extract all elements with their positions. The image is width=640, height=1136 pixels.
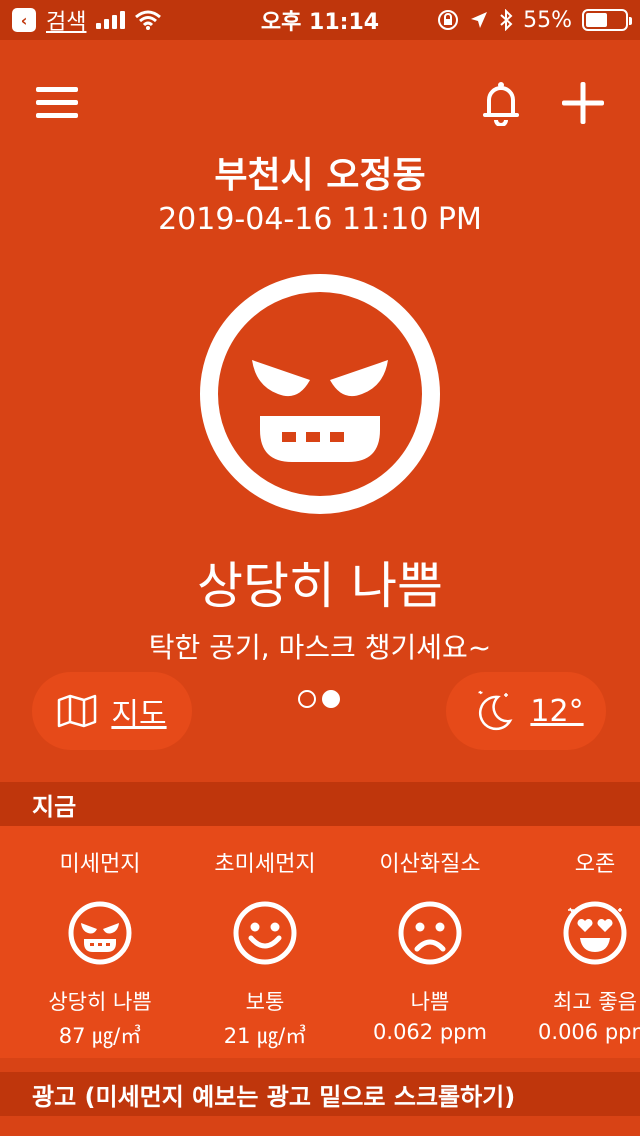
- pollutant-item-pm25[interactable]: 초미세먼지 보통 21 ㎍/㎥: [180, 826, 350, 1050]
- ad-section-title: 광고 (미세먼지 예보는 광고 밑으로 스크롤하기): [32, 1082, 516, 1111]
- air-quality-message: 탁한 공기, 마스크 챙기세요~: [148, 631, 492, 664]
- ad-section-header: 광고 (미세먼지 예보는 광고 밑으로 스크롤하기): [0, 1072, 640, 1116]
- pollutant-name: 초미세먼지: [214, 852, 316, 877]
- pollutant-value: 87 ㎍/㎥: [58, 1024, 142, 1048]
- map-button-label: 지도: [111, 697, 167, 732]
- location-arrow-icon: [471, 12, 488, 28]
- pollutant-status: 상당히 나쁨: [48, 990, 152, 1014]
- angry-face-icon: [68, 901, 132, 965]
- pollutant-panel: 미세먼지 상당히 나쁨 87 ㎍/㎥ 초미세먼지 보통 21 ㎍/㎥ 이산화질소: [0, 826, 640, 1058]
- cellular-signal-icon: [96, 11, 126, 29]
- location-title: 부천시 오정동: [214, 155, 426, 196]
- pollutant-item-o3[interactable]: 오존 최고 좋음 0.006 ppm: [510, 826, 640, 1044]
- status-bar: ‹ 검색 오후 11:14 55%: [0, 0, 640, 40]
- battery-icon: [582, 9, 632, 31]
- heart-eyes-face-icon: [563, 901, 627, 965]
- pollutant-status: 최고 좋음: [553, 990, 637, 1014]
- pollutant-item-pm10[interactable]: 미세먼지 상당히 나쁨 87 ㎍/㎥: [15, 826, 185, 1050]
- bluetooth-icon: [500, 9, 513, 31]
- page-indicator[interactable]: [298, 690, 340, 708]
- pollutant-name: 미세먼지: [59, 852, 141, 877]
- back-chevron-icon[interactable]: ‹: [12, 8, 36, 32]
- angry-face-icon: [200, 274, 440, 514]
- battery-percent: 55%: [523, 7, 572, 33]
- pollutant-value: 21 ㎍/㎥: [223, 1024, 307, 1048]
- add-icon[interactable]: [562, 82, 604, 124]
- weather-button[interactable]: 12°: [446, 672, 606, 750]
- pollutant-status: 보통: [245, 990, 285, 1014]
- back-label[interactable]: 검색: [46, 4, 86, 36]
- air-quality-status: 상당히 나쁨: [197, 557, 443, 615]
- wifi-icon: [135, 10, 162, 30]
- bell-icon[interactable]: [482, 80, 520, 126]
- measurement-datetime: 2019-04-16 11:10 PM: [158, 202, 482, 237]
- pollutant-name: 이산화질소: [379, 852, 481, 877]
- pollutant-name: 오존: [574, 852, 616, 877]
- pollutant-status: 나쁨: [410, 990, 450, 1014]
- ad-area: [0, 1116, 640, 1136]
- page-dot-active[interactable]: [322, 690, 340, 708]
- orientation-lock-icon: [438, 10, 459, 30]
- menu-icon[interactable]: [36, 85, 78, 121]
- clock: 오후 11:14: [260, 10, 380, 35]
- moon-icon: [478, 690, 513, 731]
- temperature-label: 12°: [530, 693, 584, 729]
- map-button[interactable]: 지도: [32, 672, 192, 750]
- page-dot[interactable]: [298, 690, 316, 708]
- pollutant-value: 0.006 ppm: [538, 1020, 640, 1044]
- now-section-title: 지금: [32, 792, 77, 821]
- map-icon: [58, 694, 97, 728]
- pollutant-item-no2[interactable]: 이산화질소 나쁨 0.062 ppm: [345, 826, 515, 1044]
- now-section-header: 지금: [0, 782, 640, 826]
- pollutant-value: 0.062 ppm: [373, 1020, 487, 1044]
- smile-face-icon: [233, 901, 297, 965]
- sad-face-icon: [398, 901, 462, 965]
